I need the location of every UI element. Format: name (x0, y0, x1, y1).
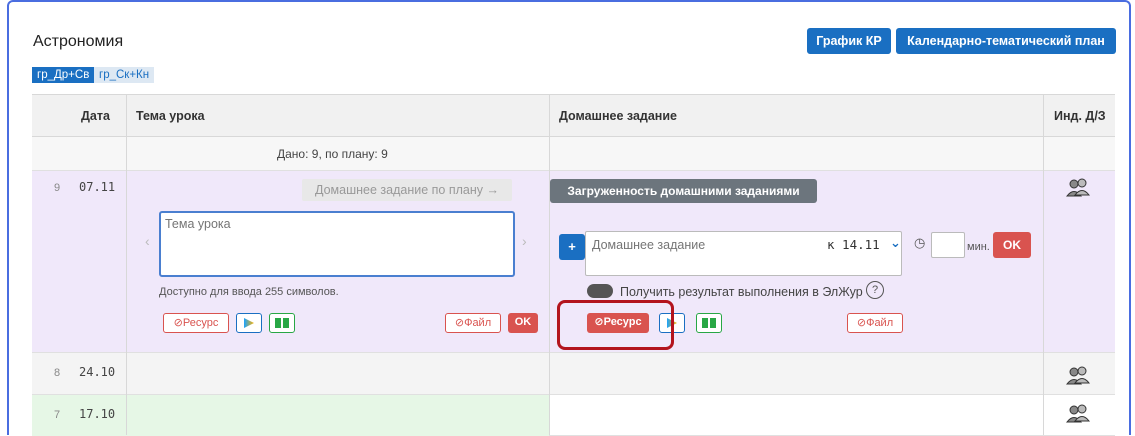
paperclip-icon: ⊘ (856, 317, 867, 329)
paperclip-icon: ⊘ (454, 317, 465, 329)
subject-title: Астрономия (33, 33, 124, 50)
row-number: 7 (54, 409, 61, 421)
book-button[interactable] (269, 313, 295, 333)
homework-file-button[interactable]: ⊘Файл (847, 313, 903, 333)
ok-button[interactable]: OK (508, 313, 538, 333)
header-topic: Тема урока (136, 109, 205, 123)
arrow-right-icon: → (486, 183, 500, 197)
due-date-select[interactable]: к 14.11 (827, 237, 880, 252)
prev-chevron-icon[interactable]: ‹ (145, 233, 150, 249)
summary-text: Дано: 9, по плану: 9 (277, 147, 388, 161)
schedule-kr-button[interactable]: График КР (807, 28, 891, 54)
row-date: 07.11 (79, 180, 116, 194)
row-number: 8 (54, 367, 61, 379)
table-header: Дата Тема урока Домашнее задание Инд. Д/… (32, 95, 1115, 137)
column-divider (1043, 95, 1044, 435)
workload-button[interactable]: Загруженность домашними заданиями (550, 179, 817, 203)
minutes-label: мин. (967, 241, 990, 253)
row-number: 9 (54, 182, 61, 194)
individual-hw-icon[interactable] (1066, 403, 1090, 425)
header-date: Дата (81, 109, 110, 123)
book-icon (702, 318, 716, 328)
table-row: 8 24.10 (32, 353, 1115, 395)
homework-ok-button[interactable]: OK (993, 232, 1031, 258)
result-toggle[interactable] (587, 284, 613, 298)
chevron-down-icon[interactable]: ⌄ (890, 235, 901, 251)
column-divider (126, 95, 127, 435)
lessons-table: Дата Тема урока Домашнее задание Инд. Д/… (32, 94, 1115, 436)
calendar-plan-button[interactable]: Календарно-тематический план (896, 28, 1116, 54)
table-row: 7 17.10 (32, 395, 1115, 436)
table-row: 9 07.11 Домашнее задание по плану → ‹ › … (32, 171, 1115, 353)
add-homework-button[interactable]: + (559, 234, 585, 260)
char-limit-text: Доступно для ввода 255 символов. (159, 286, 339, 298)
group-tab-active[interactable]: гр_Др+Св (32, 67, 95, 83)
clock-icon: ◷ (914, 235, 926, 250)
video-button[interactable] (236, 313, 262, 333)
minutes-input[interactable] (931, 232, 965, 258)
play-icon (244, 318, 254, 328)
column-divider (549, 95, 550, 435)
file-button[interactable]: ⊘Файл (445, 313, 501, 333)
paperclip-icon: ⊘ (173, 317, 183, 329)
summary-row: Дано: 9, по плану: 9 (32, 137, 1115, 171)
help-icon[interactable]: ? (866, 281, 884, 299)
result-toggle-label: Получить результат выполнения в ЭлЖур (620, 285, 863, 299)
next-chevron-icon[interactable]: › (522, 233, 527, 249)
hw-by-plan-button[interactable]: Домашнее задание по плану → (302, 179, 512, 201)
homework-book-button[interactable] (696, 313, 722, 333)
group-tab[interactable]: гр_Ск+Кн (94, 67, 155, 83)
individual-hw-icon[interactable] (1066, 177, 1090, 199)
resource-button[interactable]: ⊘Ресурс (163, 313, 229, 333)
row-date: 17.10 (79, 407, 116, 421)
highlight-box (557, 300, 674, 350)
hw-by-plan-label: Домашнее задание по плану (315, 183, 484, 197)
topic-input[interactable] (159, 211, 515, 277)
book-icon (275, 318, 289, 328)
header-ind: Инд. Д/З (1054, 109, 1106, 123)
header-homework: Домашнее задание (559, 109, 677, 123)
individual-hw-icon[interactable] (1066, 365, 1090, 387)
row-date: 24.10 (79, 365, 116, 379)
